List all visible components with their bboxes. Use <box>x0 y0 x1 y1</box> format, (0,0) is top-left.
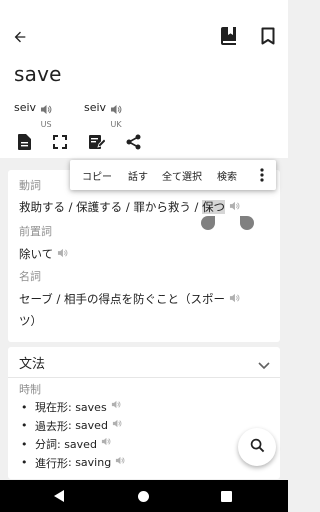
definition-text: 除いて <box>19 247 54 261</box>
speaker-icon[interactable] <box>229 196 240 218</box>
pronunciation-uk: seiv UK <box>84 100 122 129</box>
search-button[interactable] <box>238 428 276 466</box>
form-value[interactable]: saving <box>75 456 111 469</box>
speaker-icon[interactable] <box>101 436 111 449</box>
definition-noun[interactable]: セーブ / 相手の得点を防ぐこと（スポー <box>19 288 240 310</box>
search-icon <box>250 438 265 457</box>
speaker-icon[interactable] <box>115 455 125 468</box>
selection-handle-end[interactable] <box>240 216 254 230</box>
speaker-icon[interactable] <box>229 288 240 310</box>
list-item: • 現在形: saves <box>21 398 125 417</box>
form-label: 過去形 <box>35 419 68 433</box>
share-icon[interactable] <box>124 133 142 151</box>
list-item: • 過去形: saved <box>21 417 125 436</box>
definitions-card: 動詞 救助する / 保護する / 罪から救う / 保つ 前置詞 除いて 名詞 セ… <box>8 170 280 342</box>
list-item: • 進行形: saving <box>21 454 125 473</box>
chevron-down-icon[interactable] <box>258 355 270 374</box>
form-label: 現在形 <box>35 401 68 415</box>
document-icon[interactable] <box>15 133 33 151</box>
pronunciation-region: US <box>40 120 52 129</box>
list-item: • 分詞: saved <box>21 435 125 454</box>
pronunciation-region: UK <box>110 120 122 129</box>
edit-note-icon[interactable] <box>88 133 106 151</box>
speaker-icon[interactable] <box>57 243 68 265</box>
definition-text: セーブ / 相手の得点を防ぐこと（スポー <box>19 292 225 306</box>
entry-word: save <box>14 62 62 86</box>
definition-text: 救助する / 保護する / 罪から救う / <box>19 200 203 214</box>
definition-verb[interactable]: 救助する / 保護する / 罪から救う / 保つ <box>19 196 240 218</box>
menu-item-speak[interactable]: 話す <box>128 168 148 183</box>
menu-item-copy[interactable]: コピー <box>82 168 112 183</box>
book-icon[interactable] <box>218 25 240 47</box>
app-bar: save seiv US seiv UK <box>0 0 288 158</box>
definition-preposition[interactable]: 除いて <box>19 243 68 265</box>
pos-label: 前置詞 <box>19 225 52 238</box>
selection-handle-start[interactable] <box>201 216 215 230</box>
pronunciation-ipa: seiv <box>14 101 37 114</box>
more-vert-icon[interactable] <box>254 167 270 183</box>
pronunciation-ipa: seiv <box>84 101 107 114</box>
form-value[interactable]: saved <box>75 419 108 432</box>
form-value[interactable]: saves <box>75 401 106 414</box>
menu-item-search[interactable]: 検索 <box>217 168 237 183</box>
nav-back-icon[interactable] <box>52 489 66 503</box>
bookmark-icon[interactable] <box>257 25 279 47</box>
divider <box>8 377 280 378</box>
pos-label: 名詞 <box>19 270 41 283</box>
navigation-bar <box>0 480 288 512</box>
pos-label: 動詞 <box>19 179 41 192</box>
grammar-title: 文法 <box>19 357 46 372</box>
menu-item-select-all[interactable]: 全て選択 <box>162 168 202 183</box>
form-value[interactable]: saved <box>64 438 97 451</box>
nav-recents-icon[interactable] <box>219 489 233 503</box>
pronunciation-us: seiv US <box>14 100 52 129</box>
definition-text-continued: ツ） <box>19 314 42 328</box>
speaker-icon[interactable] <box>111 399 121 412</box>
text-selection-menu: コピー 話す 全て選択 検索 <box>70 160 276 190</box>
selected-text[interactable]: 保つ <box>202 200 226 214</box>
speaker-icon[interactable] <box>40 100 52 119</box>
form-label: 進行形 <box>35 456 68 470</box>
tense-heading: 時制 <box>19 383 41 396</box>
grammar-card: 文法 時制 • 現在形: saves • 過去形: saved • 分詞: saved… <box>8 347 280 479</box>
arrow-back-icon[interactable] <box>10 27 30 47</box>
form-label: 分詞 <box>35 438 57 452</box>
speaker-icon[interactable] <box>110 100 122 119</box>
fullscreen-icon[interactable] <box>51 133 69 151</box>
grammar-forms-list: • 現在形: saves • 過去形: saved • 分詞: saved • 進行形:… <box>21 398 125 472</box>
nav-home-icon[interactable] <box>136 489 150 503</box>
speaker-icon[interactable] <box>112 418 122 431</box>
